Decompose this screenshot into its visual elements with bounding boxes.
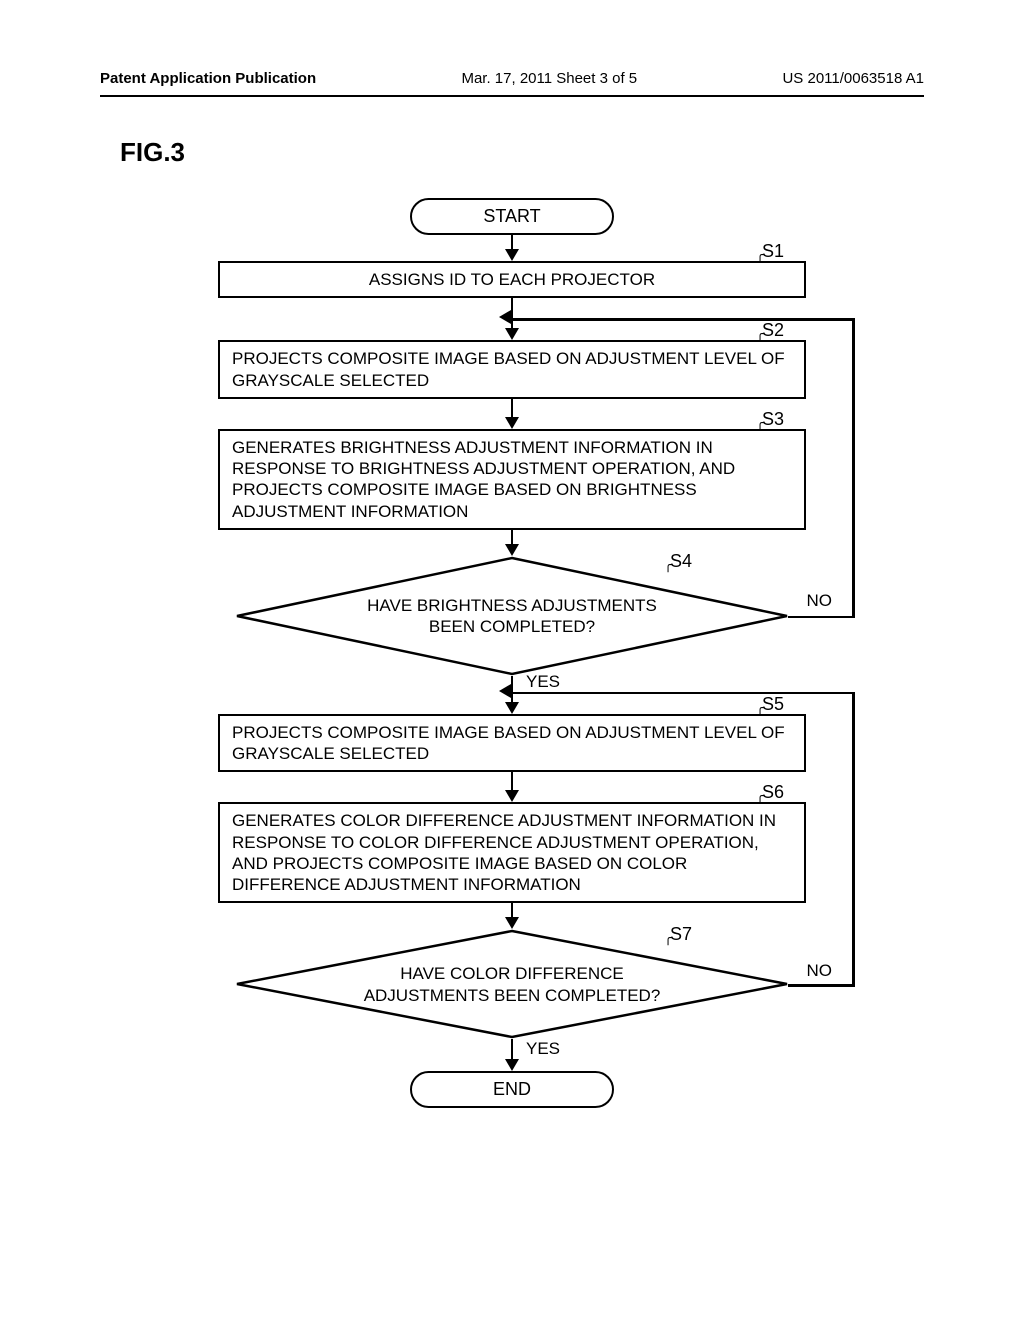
arrow-head-icon bbox=[505, 702, 519, 714]
arrow-head-icon bbox=[505, 328, 519, 340]
arrow-head-icon bbox=[505, 544, 519, 556]
decision-s4-yes: YES bbox=[526, 672, 560, 692]
loop-line bbox=[512, 692, 855, 695]
page: Patent Application Publication Mar. 17, … bbox=[0, 0, 1024, 1148]
decision-s7: S7 HAVE COLOR DIFFERENCE ADJUSTMENTS BEE… bbox=[232, 929, 792, 1039]
loop-line bbox=[512, 318, 855, 321]
decision-s4-no: NO bbox=[807, 591, 833, 611]
process-s1-text: ASSIGNS ID TO EACH PROJECTOR bbox=[369, 270, 655, 289]
decision-s4-text: HAVE BRIGHTNESS ADJUSTMENTS BEEN COMPLET… bbox=[362, 595, 662, 638]
header-right: US 2011/0063518 A1 bbox=[782, 70, 924, 87]
process-s3: S3 GENERATES BRIGHTNESS ADJUSTMENT INFOR… bbox=[218, 429, 806, 530]
process-s2-text: PROJECTS COMPOSITE IMAGE BASED ON ADJUST… bbox=[232, 349, 785, 389]
terminator-end: END bbox=[410, 1071, 614, 1108]
arrow-head-icon bbox=[505, 417, 519, 429]
arrow bbox=[511, 772, 514, 790]
step-label-s6: S6 bbox=[756, 781, 784, 804]
page-header: Patent Application Publication Mar. 17, … bbox=[100, 70, 924, 87]
figure-label: FIG.3 bbox=[120, 137, 924, 168]
step-label-s7: S7 bbox=[664, 924, 692, 945]
process-s1: S1 ASSIGNS ID TO EACH PROJECTOR bbox=[218, 261, 806, 298]
process-s6: S6 GENERATES COLOR DIFFERENCE ADJUSTMENT… bbox=[218, 802, 806, 903]
arrow-head-icon bbox=[499, 684, 511, 698]
loop-line bbox=[788, 616, 852, 619]
header-left: Patent Application Publication bbox=[100, 70, 316, 87]
arrow bbox=[511, 235, 514, 249]
decision-s7-no: NO bbox=[807, 961, 833, 981]
arrow bbox=[511, 676, 514, 702]
arrow-head-icon bbox=[505, 790, 519, 802]
terminator-start-text: START bbox=[483, 206, 540, 226]
arrow bbox=[511, 903, 514, 917]
process-s5: S5 PROJECTS COMPOSITE IMAGE BASED ON ADJ… bbox=[218, 714, 806, 773]
decision-s7-yes: YES bbox=[526, 1039, 560, 1059]
loop-line bbox=[788, 984, 852, 987]
terminator-end-text: END bbox=[493, 1079, 531, 1099]
arrow-head-icon bbox=[499, 310, 511, 324]
arrow bbox=[511, 298, 514, 328]
decision-s7-text: HAVE COLOR DIFFERENCE ADJUSTMENTS BEEN C… bbox=[362, 963, 662, 1006]
header-center: Mar. 17, 2011 Sheet 3 of 5 bbox=[461, 70, 637, 87]
arrow-head-icon bbox=[505, 917, 519, 929]
arrow bbox=[511, 530, 514, 544]
process-s5-text: PROJECTS COMPOSITE IMAGE BASED ON ADJUST… bbox=[232, 723, 785, 763]
step-label-s1: S1 bbox=[756, 240, 784, 263]
terminator-start: START bbox=[410, 198, 614, 235]
step-label-s2: S2 bbox=[756, 319, 784, 342]
process-s2: S2 PROJECTS COMPOSITE IMAGE BASED ON ADJ… bbox=[218, 340, 806, 399]
step-label-s5: S5 bbox=[756, 693, 784, 716]
arrow-head-icon bbox=[505, 249, 519, 261]
step-label-s4: S4 bbox=[664, 551, 692, 572]
arrow bbox=[511, 1039, 514, 1059]
process-s3-text: GENERATES BRIGHTNESS ADJUSTMENT INFORMAT… bbox=[232, 438, 735, 521]
flowchart: START S1 ASSIGNS ID TO EACH PROJECTOR S2… bbox=[162, 198, 862, 1108]
header-rule bbox=[100, 95, 924, 97]
step-label-s3: S3 bbox=[756, 408, 784, 431]
process-s6-text: GENERATES COLOR DIFFERENCE ADJUSTMENT IN… bbox=[232, 811, 776, 894]
decision-s4: S4 HAVE BRIGHTNESS ADJUSTMENTS BEEN COMP… bbox=[232, 556, 792, 676]
arrow bbox=[511, 399, 514, 417]
arrow-head-icon bbox=[505, 1059, 519, 1071]
